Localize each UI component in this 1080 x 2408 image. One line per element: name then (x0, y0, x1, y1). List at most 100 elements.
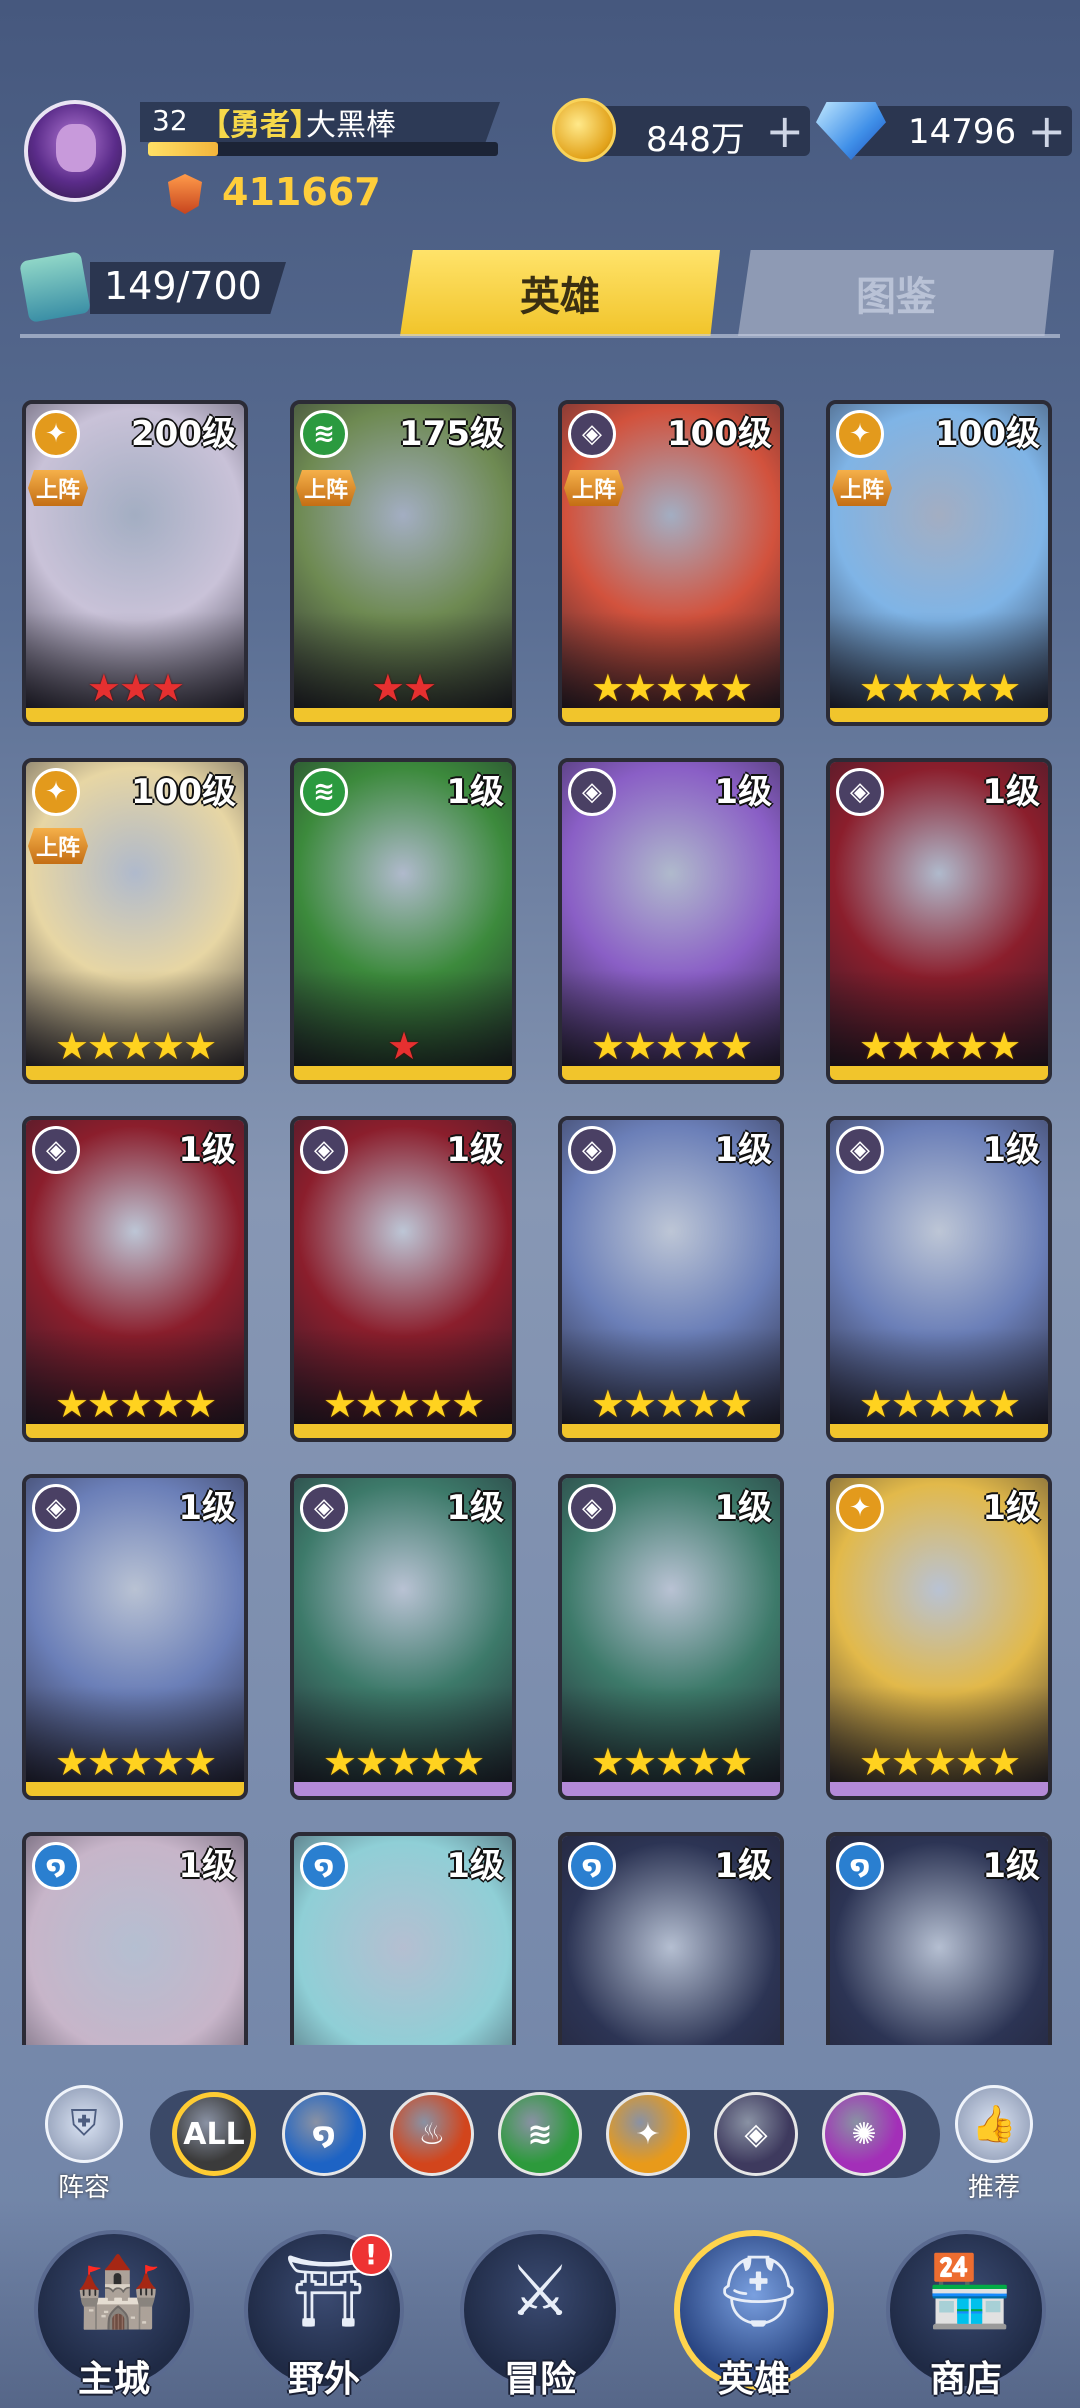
rarity-strip (26, 1066, 244, 1080)
hero-level: 1级 (982, 1488, 1040, 1528)
hero-card[interactable]: ◈ 1级 ★★★★★ (22, 1116, 248, 1442)
deployed-badge: 上阵 (564, 470, 625, 506)
avatar-face (56, 124, 96, 172)
rarity-strip (562, 1424, 780, 1438)
light-element-icon: ✦ (836, 1484, 884, 1532)
lineup-button[interactable]: ⛨ 阵容 (34, 2085, 134, 2204)
light-element-icon: ✦ (32, 410, 80, 458)
star-rating: ★★★ (86, 666, 185, 710)
star-rating: ★★★★★ (54, 1740, 217, 1784)
filter-shadow-button[interactable]: ◈ (714, 2092, 798, 2176)
thumbs-up-icon: 👍 (955, 2085, 1033, 2163)
hero-card[interactable]: ◈ 1级 ★★★★★ (22, 1474, 248, 1800)
tab-codex[interactable]: 图鉴 (738, 250, 1054, 336)
shield-icon: ⛨ (45, 2085, 123, 2163)
star-rating: ★★★★★ (858, 1382, 1021, 1426)
hero-card[interactable]: ໑ 1级 (826, 1832, 1052, 2045)
rarity-strip (562, 1782, 780, 1796)
tab-heroes[interactable]: 英雄 (400, 250, 720, 336)
deployed-badge: 上阵 (28, 470, 89, 506)
nav-label: 英雄 (717, 2359, 790, 2400)
hero-level: 175级 (399, 414, 504, 454)
hero-card[interactable]: ✦ 100级 上阵 ★★★★★ (22, 758, 248, 1084)
combat-power: 411667 (222, 170, 381, 214)
rarity-strip (26, 1424, 244, 1438)
star-rating: ★★★★★ (322, 1740, 485, 1784)
filter-light-button[interactable]: ✦ (606, 2092, 690, 2176)
rarity-strip (830, 1424, 1048, 1438)
hero-level: 1级 (714, 1130, 772, 1170)
nav-main-city[interactable]: 🏰 主城 (34, 2230, 194, 2400)
hero-card[interactable]: ໑ 1级 (558, 1832, 784, 2045)
rarity-strip (562, 708, 780, 722)
hero-card[interactable]: ◈ 1级 ★★★★★ (826, 1116, 1052, 1442)
rarity-strip (830, 708, 1048, 722)
recommend-button[interactable]: 👍 推荐 (944, 2085, 1044, 2204)
star-rating: ★★★★★ (858, 1024, 1021, 1068)
star-rating: ★★★★★ (590, 1740, 753, 1784)
shadow-element-icon: ◈ (568, 768, 616, 816)
hero-card[interactable]: ໑ 1级 (290, 1832, 516, 2045)
card-shade (830, 2044, 1048, 2045)
hero-card[interactable]: ◈ 1级 ★★★★★ (290, 1474, 516, 1800)
rarity-strip (294, 1066, 512, 1080)
filter-fire-button[interactable]: ♨ (390, 2092, 474, 2176)
hero-card[interactable]: ◈ 1级 ★★★★★ (290, 1116, 516, 1442)
add-gold-button[interactable]: + (765, 106, 804, 156)
shadow-element-icon: ◈ (32, 1484, 80, 1532)
hero-card[interactable]: ✦ 200级上阵 ★★★ (22, 400, 248, 726)
hero-level: 1级 (446, 1488, 504, 1528)
add-gems-button[interactable]: + (1027, 106, 1066, 156)
tab-divider (20, 334, 1060, 338)
hero-level: 200级 (131, 414, 236, 454)
rarity-strip (294, 1782, 512, 1796)
light-element-icon: ✦ (836, 410, 884, 458)
hero-level: 1级 (446, 1130, 504, 1170)
gold-coin-icon (552, 98, 616, 162)
hero-level: 1级 (178, 1846, 236, 1886)
nav-heroes[interactable]: ⛑ 英雄 (674, 2230, 834, 2400)
nav-shop[interactable]: 🏪 商店 (886, 2230, 1046, 2400)
shadow-element-icon: ◈ (568, 1126, 616, 1174)
rarity-strip (26, 708, 244, 722)
hero-card[interactable]: ◈ 1级 ★★★★★ (558, 1116, 784, 1442)
hero-card[interactable]: ✦ 1级 ★★★★★ (826, 1474, 1052, 1800)
filter-all-button[interactable]: ALL (172, 2092, 256, 2176)
hero-card[interactable]: ◈ 1级 ★★★★★ (826, 758, 1052, 1084)
hero-card[interactable]: ✦ 100级 上阵 ★★★★★ (826, 400, 1052, 726)
hero-level: 1级 (982, 772, 1040, 812)
gold-amount: 848万 (646, 120, 745, 160)
gem-amount: 14796 (908, 112, 1017, 152)
hero-level: 1级 (714, 1846, 772, 1886)
shadow-element-icon: ◈ (836, 768, 884, 816)
exp-bar (148, 142, 498, 156)
castle-icon: 🏰 (74, 2250, 162, 2332)
light-element-icon: ✦ (32, 768, 80, 816)
hero-card[interactable]: ≋ 175级 上阵 ★★ (290, 400, 516, 726)
hero-level: 1级 (178, 1488, 236, 1528)
star-rating: ★★★★★ (54, 1024, 217, 1068)
player-title: 【勇者】 (200, 108, 320, 143)
rarity-strip (830, 1066, 1048, 1080)
nav-adventure[interactable]: ⚔ 冒险 (460, 2230, 620, 2400)
hero-card[interactable]: ◈ 1级 ★★★★★ (558, 758, 784, 1084)
hero-card[interactable]: ◈ 100级 上阵 ★★★★★ (558, 400, 784, 726)
player-avatar[interactable] (24, 100, 126, 202)
nav-label: 冒险 (503, 2359, 576, 2400)
hero-card[interactable]: ◈ 1级 ★★★★★ (558, 1474, 784, 1800)
hero-level: 100级 (667, 414, 772, 454)
wind-element-icon: ≋ (300, 768, 348, 816)
hero-level: 1级 (446, 772, 504, 812)
shadow-element-icon: ◈ (836, 1126, 884, 1174)
hero-card[interactable]: ≋ 1级 ★ (290, 758, 516, 1084)
hero-level: 1级 (446, 1846, 504, 1886)
recommend-label: 推荐 (967, 2173, 1020, 2203)
hero-card[interactable]: ໑ 1级 (22, 1832, 248, 2045)
helmet-icon: ⛑ (714, 2250, 803, 2332)
filter-wind-button[interactable]: ≋ (498, 2092, 582, 2176)
filter-water-button[interactable]: ໑ (282, 2092, 366, 2176)
rarity-strip (294, 1424, 512, 1438)
nav-wild[interactable]: ⛩ ! 野外 (244, 2230, 404, 2400)
filter-arcane-button[interactable]: ✺ (822, 2092, 906, 2176)
rarity-strip (562, 1066, 780, 1080)
